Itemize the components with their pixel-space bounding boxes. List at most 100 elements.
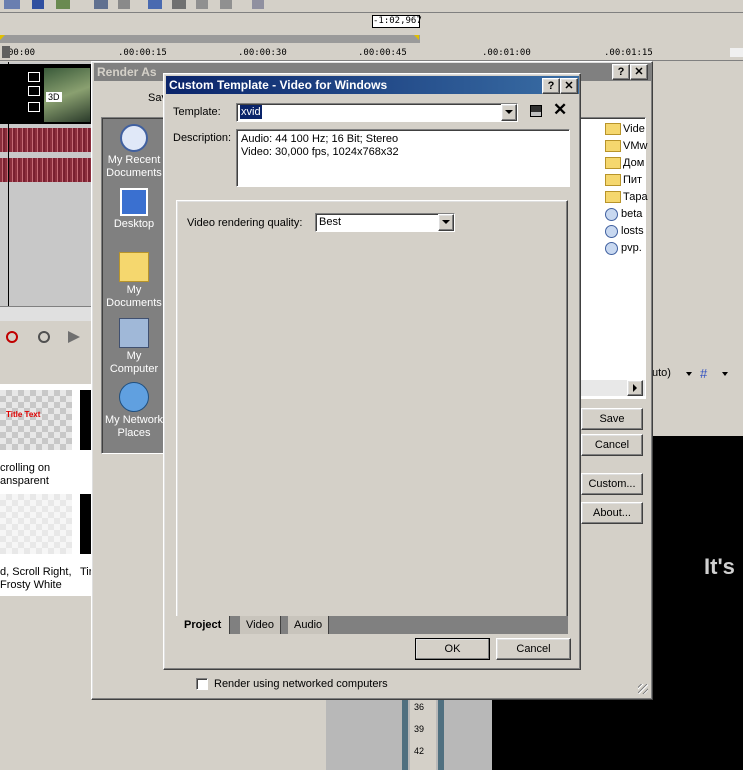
chevron-down-icon[interactable] — [722, 372, 728, 376]
record-icon[interactable] — [6, 331, 18, 343]
file-item[interactable]: pvp. — [605, 240, 642, 257]
tab-project[interactable]: Project — [176, 616, 231, 634]
tab-video[interactable]: Video — [240, 616, 281, 634]
chevron-down-icon[interactable] — [686, 372, 692, 376]
time-display: -1:02,967 — [372, 15, 422, 28]
timeline-scrollbar[interactable] — [0, 306, 92, 321]
close-button[interactable]: ✕ — [630, 64, 648, 80]
help-button[interactable]: ? — [542, 78, 560, 94]
audio-waveform-top[interactable] — [0, 128, 92, 152]
loop-region-marker-left[interactable] — [0, 35, 5, 40]
file-item[interactable]: Пит — [605, 172, 642, 189]
toolbar-pointer-icon[interactable] — [252, 0, 264, 9]
networked-render-option[interactable]: Render using networked computers — [196, 678, 388, 691]
help-button[interactable]: ? — [612, 64, 630, 80]
video-track[interactable]: 3D — [0, 64, 92, 124]
compositing-icon[interactable] — [28, 102, 40, 112]
ruler-label: .00:00:30 — [238, 48, 287, 58]
resize-grip-icon[interactable] — [638, 684, 648, 694]
file-item[interactable]: VMw — [605, 138, 647, 155]
ruler-label: .00:01:15 — [604, 48, 653, 58]
media-thumb-frosty[interactable] — [0, 494, 72, 554]
file-list-hscrollbar[interactable] — [573, 380, 645, 396]
place-label: My Network Places — [104, 414, 164, 439]
folder-icon — [605, 191, 621, 204]
my-computer-icon — [119, 318, 149, 348]
track-area[interactable]: 3D — [0, 62, 92, 321]
toolbar-lock-icon[interactable] — [118, 0, 130, 9]
event-fx-icon[interactable] — [28, 86, 40, 96]
place-my-computer[interactable]: My Computer — [102, 318, 166, 376]
toolbar-split-icon[interactable] — [172, 0, 186, 9]
meter-scale: 36 39 42 — [410, 700, 436, 770]
overlays-grid-icon[interactable]: # — [700, 367, 707, 380]
save-button[interactable]: Save — [581, 408, 643, 430]
media-item-label: d, Scroll Right, Frosty White — [0, 566, 72, 591]
place-label: My Documents — [106, 284, 162, 309]
save-template-icon[interactable] — [530, 105, 542, 117]
file-item[interactable]: Тара — [605, 189, 648, 206]
file-item[interactable]: Дом — [605, 155, 644, 172]
template-dropdown-button[interactable] — [501, 104, 517, 121]
cancel-button[interactable]: Cancel — [496, 638, 571, 660]
render-as-title: Render As — [97, 65, 157, 79]
tab-label: Project — [184, 619, 222, 631]
timeline-ruler[interactable]: 00:00 .00:00:15 .00:00:30 .00:00:45 .00:… — [0, 46, 743, 61]
file-list[interactable]: Vide VMw Дом Пит Тара beta losts pvp. IP — [571, 117, 648, 399]
meter-label: 42 — [414, 746, 425, 756]
custom-template-dialog: Custom Template - Video for Windows ? ✕ … — [163, 73, 581, 670]
pan-crop-icon[interactable] — [28, 72, 40, 82]
loop-region-marker-right[interactable] — [414, 35, 419, 40]
place-network[interactable]: My Network Places — [102, 382, 166, 440]
ok-button[interactable]: OK — [415, 638, 490, 660]
place-recent-documents[interactable]: My Recent Documents — [102, 124, 166, 180]
file-item[interactable]: beta — [605, 206, 642, 223]
template-combobox[interactable]: xvid — [236, 103, 518, 122]
audio-waveform-bottom[interactable] — [0, 158, 92, 182]
cursor-marker[interactable] — [2, 46, 10, 58]
toolbar-snap-icon[interactable] — [94, 0, 108, 9]
chevron-down-icon — [442, 220, 450, 224]
preview-zoom-dropdown[interactable]: uto) — [652, 367, 671, 379]
toolbar-tool-icon[interactable] — [4, 0, 20, 9]
network-places-icon — [119, 382, 149, 412]
description-line: Audio: 44 100 Hz; 16 Bit; Stereo — [241, 133, 399, 145]
preview-toolbar: uto) # — [652, 362, 743, 386]
loop-region-bar[interactable] — [0, 35, 420, 43]
template-value[interactable]: xvid — [240, 105, 262, 119]
file-item[interactable]: Vide — [605, 121, 645, 138]
about-button[interactable]: About... — [581, 502, 643, 524]
place-label: My Computer — [109, 350, 159, 375]
transport-bar — [0, 326, 92, 350]
tab-panel: Video rendering quality: Best — [176, 200, 568, 618]
toolbar-trim-icon[interactable] — [196, 0, 208, 9]
meter-label: 36 — [414, 702, 425, 712]
scroll-right-button[interactable] — [627, 380, 643, 396]
toolbar-zoom-icon[interactable] — [220, 0, 232, 9]
tab-audio[interactable]: Audio — [288, 616, 330, 634]
quality-label: Video rendering quality: — [187, 217, 303, 229]
cancel-button[interactable]: Cancel — [581, 434, 643, 456]
close-button[interactable]: ✕ — [560, 78, 578, 94]
place-my-documents[interactable]: My Documents — [102, 252, 166, 310]
place-desktop[interactable]: Desktop — [102, 188, 166, 231]
quality-select[interactable]: Best — [315, 213, 455, 232]
media-thumb-title-text[interactable]: Title Text — [0, 390, 72, 450]
toolbar-envelope-icon[interactable] — [148, 0, 162, 9]
custom-button[interactable]: Custom... — [581, 473, 643, 495]
meter-bar — [438, 700, 444, 770]
file-name: Тара — [623, 191, 648, 203]
custom-template-titlebar[interactable]: Custom Template - Video for Windows — [166, 76, 579, 94]
delete-template-icon[interactable]: ✕ — [553, 101, 567, 119]
play-from-start-icon[interactable] — [68, 331, 80, 343]
toolbar-select-icon[interactable] — [32, 0, 44, 9]
file-name: VMw — [623, 140, 648, 152]
loop-icon[interactable] — [38, 331, 50, 343]
tab-label: Video — [246, 619, 274, 631]
networked-render-checkbox[interactable] — [196, 678, 208, 691]
quality-dropdown-button[interactable] — [438, 214, 454, 231]
toolbar-grid-icon[interactable] — [56, 0, 70, 9]
file-item[interactable]: losts — [605, 223, 644, 240]
custom-template-title: Custom Template - Video for Windows — [169, 78, 388, 92]
file-name: losts — [621, 225, 644, 237]
